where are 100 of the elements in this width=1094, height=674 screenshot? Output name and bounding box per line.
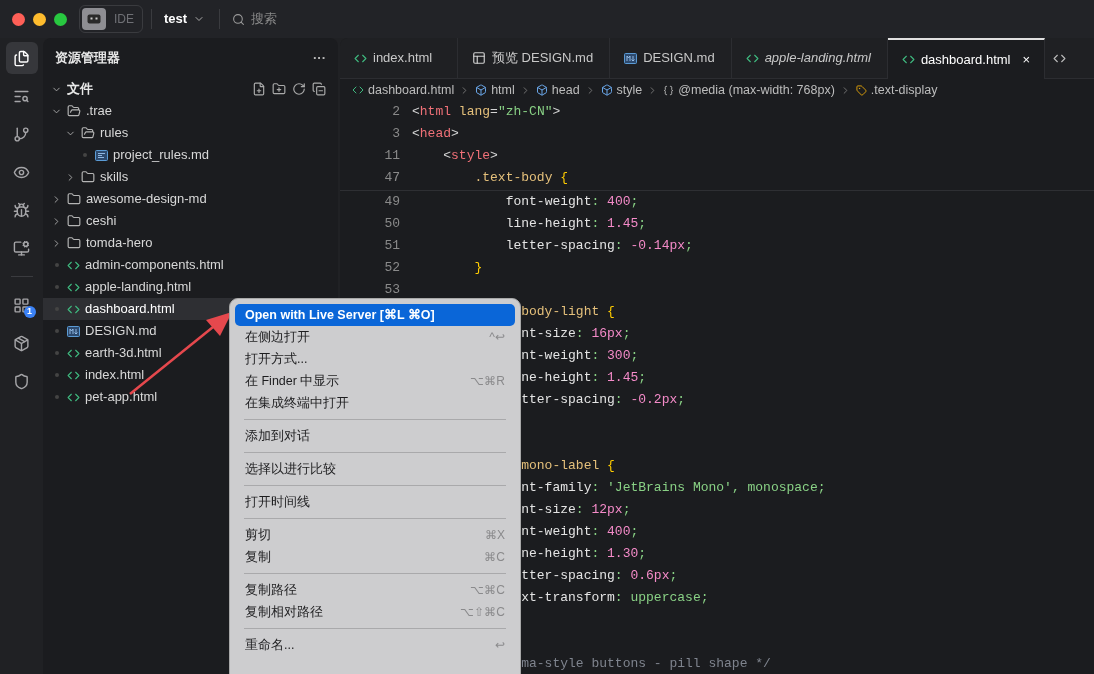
folder-icon [81, 170, 95, 184]
sidebar-title: 资源管理器 [55, 49, 120, 68]
bug-icon [13, 201, 30, 219]
menu-item[interactable]: 打开方式... [235, 348, 515, 370]
project-dropdown[interactable]: test [164, 9, 206, 29]
tree-item[interactable]: tomda-hero [43, 232, 338, 254]
menu-item[interactable]: 在 Finder 中显示 ⌥⌘R [235, 370, 515, 392]
cube-icon [535, 84, 548, 96]
refresh-icon[interactable] [292, 82, 306, 96]
shortcut-text: ⌥⇧⌘C [460, 604, 505, 621]
menu-item[interactable]: 复制路径 ⌥⌘C [235, 579, 515, 601]
line-number: 51 [384, 238, 400, 254]
menu-item[interactable]: 复制 ⌘C [235, 546, 515, 568]
tree-item[interactable]: .trae [43, 100, 338, 122]
code-text: .text-body { [474, 170, 569, 186]
tag-icon [855, 84, 867, 96]
editor-tab[interactable]: index.html [340, 38, 458, 79]
code-text: body-light { [521, 304, 615, 320]
code-text: mono-label { [521, 458, 615, 474]
code-text: <style> [443, 148, 498, 164]
new-folder-icon[interactable] [272, 82, 286, 96]
breadcrumb-item[interactable]: .text-display [855, 80, 938, 100]
code-text: nt-weight: 300; [521, 348, 639, 364]
menu-item[interactable]: 重命名... ↩ [235, 634, 515, 656]
tree-item[interactable]: admin-components.html [43, 254, 338, 276]
editor-tab[interactable]: apple-landing.html [731, 38, 888, 79]
code-text: xt-transform: uppercase; [521, 590, 709, 606]
shortcut-text: ^↩ [489, 329, 505, 346]
folder-icon [67, 236, 81, 250]
line-number: 2 [392, 104, 400, 120]
minimize-window-button[interactable] [33, 12, 46, 26]
activity-button[interactable]: 1 [5, 289, 38, 321]
collapse-icon[interactable] [312, 82, 326, 96]
activity-button[interactable] [5, 42, 38, 74]
line-number: 47 [384, 170, 400, 186]
menu-item[interactable]: 在侧边打开 ^↩ [235, 326, 515, 348]
line-number: 52 [384, 260, 400, 276]
menu-item[interactable]: Open with Live Server [⌘L ⌘O] [235, 304, 515, 326]
cube-icon [13, 334, 30, 352]
document-icon [95, 149, 108, 161]
code-text: <head> [412, 126, 459, 142]
shortcut-text: ⌘C [484, 549, 505, 566]
tree-item[interactable]: skills [43, 166, 338, 188]
close-tab-button[interactable]: × [1022, 49, 1031, 70]
search-icon [232, 12, 246, 26]
breadcrumb-item[interactable]: style [600, 80, 643, 100]
robot-icon [87, 14, 101, 24]
tree-item[interactable]: project_rules.md [43, 144, 338, 166]
breadcrumb-item[interactable]: @media (max-width: 768px) [663, 80, 835, 100]
mode-option[interactable] [82, 8, 106, 30]
menu-item[interactable]: 选择以进行比较 [235, 458, 515, 480]
line-number: 3 [392, 126, 400, 142]
close-window-button[interactable] [12, 12, 25, 26]
code-text: nt-size: 12px; [521, 502, 631, 518]
tree-item[interactable]: apple-landing.html [43, 276, 338, 298]
search-field[interactable]: 搜索 [251, 9, 372, 29]
tree-item[interactable]: ceshi [43, 210, 338, 232]
menu-item[interactable]: 复制相对路径 ⌥⇧⌘C [235, 601, 515, 623]
line-number: 49 [384, 194, 400, 210]
shortcut-text: ⌥⌘R [470, 373, 505, 390]
editor-tab[interactable]: dashboard.html × [887, 38, 1046, 79]
breadcrumb-item[interactable]: dashboard.html [352, 80, 455, 100]
code-text: nt-size: 16px; [521, 326, 631, 342]
folder-icon [67, 104, 81, 118]
menu-item[interactable]: 剪切 ⌘X [235, 524, 515, 546]
menu-item[interactable]: 打开时间线 [235, 491, 515, 513]
preview-icon [472, 51, 486, 65]
code-text: font-weight: 400; [505, 194, 639, 210]
section-header[interactable]: 文件 [51, 79, 93, 99]
cube-icon [600, 84, 613, 96]
monitor-icon [13, 239, 30, 257]
code-icon [352, 84, 364, 96]
markdown-icon [624, 52, 638, 64]
folder-icon [81, 126, 95, 140]
grid-icon [13, 296, 30, 314]
shortcut-text: ⌘X [485, 527, 505, 544]
code-text: ma-style buttons - pill shape */ [521, 656, 771, 672]
tree-item[interactable]: rules [43, 122, 338, 144]
braces-icon [663, 84, 675, 96]
code-text: nt-weight: 400; [521, 524, 639, 540]
code-icon [901, 53, 915, 66]
folder-icon [67, 214, 81, 228]
zoom-window-button[interactable] [54, 12, 67, 26]
menu-item[interactable]: 在集成终端中打开 [235, 392, 515, 414]
code-text: ne-height: 1.30; [521, 546, 647, 562]
files-icon [13, 49, 30, 67]
code-text: <html lang="zh-CN"> [412, 104, 561, 120]
branch-icon [13, 125, 30, 143]
menu-item[interactable]: 添加到对话 [235, 425, 515, 447]
editor-tab[interactable]: DESIGN.md [610, 38, 732, 79]
tree-item[interactable]: awesome-design-md [43, 188, 338, 210]
code-text: line-height: 1.45; [505, 216, 647, 232]
shield-icon [13, 372, 30, 390]
code-text: nt-family: 'JetBrains Mono', monospace; [521, 480, 826, 496]
more-button[interactable]: ··· [313, 48, 326, 68]
breadcrumb-item[interactable]: html [475, 80, 515, 100]
breadcrumb-item[interactable]: head [535, 80, 580, 100]
code-text: tter-spacing: -0.2px; [521, 392, 686, 408]
editor-tab[interactable]: 预览 DESIGN.md [458, 38, 611, 79]
new-file-icon[interactable] [252, 82, 266, 96]
